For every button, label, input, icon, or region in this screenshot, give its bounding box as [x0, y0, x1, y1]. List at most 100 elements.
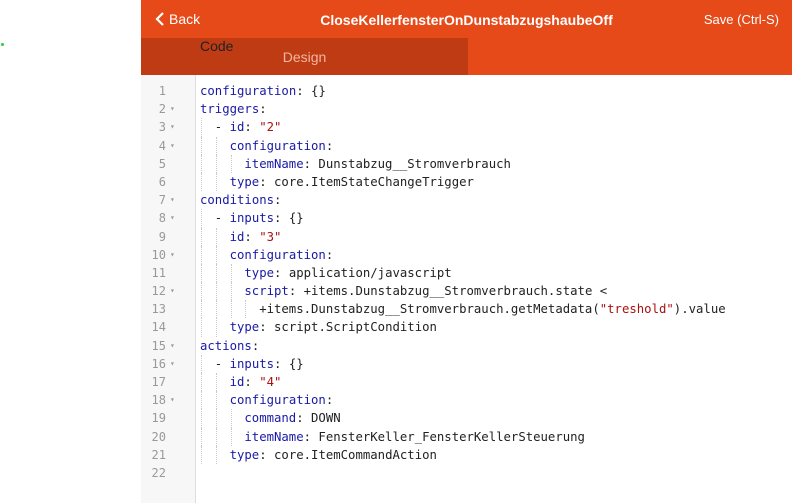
code-text: command: DOWN [244, 409, 340, 427]
line-number: 3 [158, 120, 166, 135]
yaml-key: script [244, 284, 289, 299]
back-button[interactable]: Back [155, 0, 200, 38]
line-number: 9 [158, 229, 166, 244]
yaml-text: : [244, 229, 260, 244]
indent-guide [230, 154, 232, 173]
indent-guide [215, 300, 217, 319]
code-line: 3 ▾ - id: "2" [141, 118, 792, 137]
code-line: 1 configuration: {} [141, 82, 792, 100]
status-dot [1, 43, 4, 46]
indent-guide [201, 409, 202, 428]
save-button[interactable]: Save (Ctrl-S) [704, 0, 779, 38]
fold-arrow-icon[interactable]: ▾ [170, 337, 175, 355]
indent-guide [215, 263, 217, 283]
yaml-text: - [214, 356, 230, 371]
code-text: configuration: [230, 246, 334, 264]
fold-arrow-icon[interactable]: ▾ [170, 355, 175, 373]
line-number: 10 [151, 247, 166, 262]
line-number: 4 [158, 138, 166, 153]
yaml-key: configuration [229, 247, 326, 262]
indent-guide [201, 318, 202, 337]
indent-guide [215, 154, 217, 173]
indent-guide [201, 209, 202, 228]
code-text: id: "3" [230, 228, 282, 246]
line-number: 17 [151, 375, 166, 389]
indent-guide [230, 427, 232, 446]
fold-arrow-icon[interactable]: ▾ [170, 118, 175, 136]
code-line: 7 ▾ conditions: [141, 191, 792, 209]
code-line: 10 ▾ configuration: [141, 245, 792, 264]
indent-guide [230, 263, 232, 283]
code-text: itemName: FensterKeller_FensterKellerSte… [244, 428, 585, 446]
fold-arrow-icon[interactable]: ▾ [170, 191, 175, 209]
line-number: 1 [158, 84, 166, 98]
code-line: 6 type: core.ItemStateChangeTrigger [141, 172, 792, 192]
tab-code[interactable]: Code [200, 38, 233, 54]
yaml-key: id [229, 375, 245, 389]
yaml-text: : +items.Dunstabzug__Stromverbrauch.stat… [288, 284, 608, 299]
yaml-key: type [244, 265, 275, 280]
code-text: - inputs: {} [215, 209, 304, 227]
yaml-key: type [229, 320, 260, 335]
fold-arrow-icon[interactable]: ▾ [170, 100, 175, 118]
code-line: 17 id: "4" [141, 373, 792, 392]
yaml-text: : [325, 247, 334, 262]
line-number: 13 [151, 302, 166, 317]
fold-arrow-icon[interactable]: ▾ [170, 137, 175, 155]
code-text: conditions: [200, 191, 281, 209]
code-line: 14 type: script.ScriptCondition [141, 318, 792, 337]
code-line: 12 ▾ script: +items.Dunstabzug__Stromverbr… [141, 282, 792, 301]
rule-code-editor-panel: Back CloseKellerfensterOnDunstabzugshaub… [141, 0, 792, 503]
code-text: configuration: {} [200, 82, 326, 100]
yaml-key: id [229, 229, 245, 244]
code-line: 20 itemName: FensterKeller_FensterKellerS… [141, 427, 792, 446]
tab-design[interactable]: Design [141, 38, 468, 75]
line-number: 8 [158, 211, 166, 226]
code-line: 21 type: core.ItemCommandAction [141, 445, 792, 464]
yaml-key: itemName [244, 429, 304, 444]
yaml-key: inputs [229, 211, 275, 226]
code-editor[interactable]: 1 configuration: {} 2 ▾ triggers: 3 ▾ - id: "2"… [141, 75, 792, 503]
line-number: 6 [158, 174, 166, 189]
indent-guide [201, 373, 202, 392]
line-number: 12 [151, 284, 166, 299]
indent-guide [215, 373, 217, 392]
line-number: 7 [158, 193, 166, 208]
yaml-string: "treshold" [599, 302, 674, 317]
yaml-text: : application/javascript [274, 265, 452, 280]
yaml-key: command [244, 411, 297, 426]
indent-guide [201, 245, 202, 264]
indent-guide [201, 172, 202, 192]
yaml-key: configuration [229, 393, 326, 408]
line-number: 19 [151, 411, 166, 426]
yaml-key: itemName [244, 156, 304, 171]
code-text: type: core.ItemCommandAction [230, 446, 437, 464]
fold-arrow-icon[interactable]: ▾ [170, 282, 175, 300]
yaml-text: : [244, 375, 260, 389]
line-number: 22 [151, 465, 166, 480]
code-text: configuration: [230, 137, 334, 155]
indent-guide [215, 427, 217, 446]
fold-arrow-icon[interactable]: ▾ [170, 246, 175, 264]
code-line: 4 ▾ configuration: [141, 136, 792, 155]
fold-arrow-icon[interactable]: ▾ [170, 209, 175, 227]
yaml-text: : [259, 102, 267, 117]
yaml-key: id [229, 120, 245, 135]
code-text: type: core.ItemStateChangeTrigger [230, 173, 474, 191]
fold-arrow-icon[interactable]: ▾ [170, 391, 175, 409]
yaml-key: configuration [229, 138, 326, 153]
code-text: - inputs: {} [215, 355, 304, 373]
line-number: 11 [151, 265, 166, 280]
yaml-text: ).value [673, 302, 726, 317]
code-line: 15 ▾ actions: [141, 337, 792, 355]
back-label: Back [169, 11, 201, 27]
line-number: 18 [151, 393, 166, 408]
indent-guide [215, 409, 217, 428]
yaml-key: actions [200, 338, 252, 353]
yaml-key: conditions [200, 193, 275, 208]
code-line: 2 ▾ triggers: [141, 100, 792, 118]
indent-guide [201, 391, 202, 410]
code-text: script: +items.Dunstabzug__Stromverbrauc… [244, 282, 607, 300]
indent-guide [215, 245, 217, 264]
code-text: - id: "2" [215, 118, 282, 136]
